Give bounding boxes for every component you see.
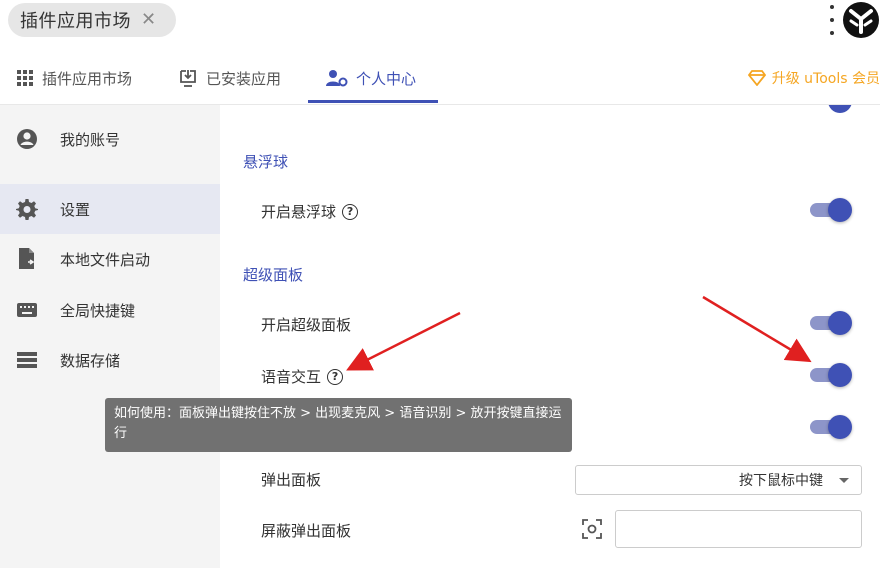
top-bar: 插件应用市场 ✕ <box>0 0 880 44</box>
grid-icon <box>16 69 34 87</box>
sidebar-item-account[interactable]: 我的账号 <box>0 114 220 164</box>
setting-voice-interaction: 语音交互 ? <box>261 366 344 387</box>
search-chip-label: 插件应用市场 <box>20 11 131 32</box>
account-icon <box>14 126 40 152</box>
chevron-down-icon <box>839 477 849 483</box>
setting-floating-ball: 开启悬浮球 ? <box>261 201 359 222</box>
partial-toggle-thumb[interactable] <box>828 105 852 113</box>
tab-label: 插件应用市场 <box>42 69 133 88</box>
scan-icon[interactable] <box>580 517 604 541</box>
sidebar-item-label: 设置 <box>60 200 91 219</box>
settings-panel: 悬浮球 开启悬浮球 ? 超级面板 开启超级面板 语音交互 ? 弹出面板 按下鼠标… <box>220 105 880 568</box>
user-settings-icon <box>326 69 348 87</box>
tab-label: 个人中心 <box>356 69 417 88</box>
setting-popup-panel: 弹出面板 <box>261 469 321 490</box>
block-popup-input[interactable] <box>615 510 862 548</box>
upgrade-link[interactable]: 升级 uTools 会员 <box>747 54 880 102</box>
tab-installed[interactable]: 已安装应用 <box>178 54 281 102</box>
popup-trigger-select[interactable]: 按下鼠标中键 <box>575 465 862 495</box>
sidebar-item-settings[interactable]: 设置 <box>0 184 220 234</box>
sidebar-item-shortcuts[interactable]: 全局快捷键 <box>0 285 220 335</box>
diamond-icon <box>747 70 766 86</box>
floating-ball-toggle[interactable] <box>810 196 852 222</box>
section-title-super-panel: 超级面板 <box>243 266 304 284</box>
sidebar-item-label: 数据存储 <box>60 351 121 370</box>
setting-label: 开启悬浮球 <box>261 203 337 221</box>
sidebar-item-storage[interactable]: 数据存储 <box>0 335 220 385</box>
section-title-floating-ball: 悬浮球 <box>243 153 289 171</box>
tab-bar: 插件应用市场 已安装应用 个人中心 升级 uTools 会员 <box>0 54 880 105</box>
sidebar-item-label: 本地文件启动 <box>60 250 151 269</box>
voice-help-tooltip: 如何使用：面板弹出键按住不放 > 出现麦克风 > 语音识别 > 放开按键直接运行 <box>105 398 572 452</box>
help-icon[interactable]: ? <box>342 203 359 220</box>
help-icon[interactable]: ? <box>327 368 344 385</box>
gear-icon <box>14 196 40 222</box>
tab-personal-center[interactable]: 个人中心 <box>326 54 416 102</box>
setting-label: 屏蔽弹出面板 <box>261 522 352 540</box>
tab-label: 已安装应用 <box>206 69 282 88</box>
utools-logo[interactable] <box>842 0 880 40</box>
sidebar: 我的账号 设置 本地文件启动 全局快捷键 数据存储 <box>0 105 220 568</box>
hidden-setting-toggle[interactable] <box>810 413 852 439</box>
tab-plugin-market[interactable]: 插件应用市场 <box>16 54 132 102</box>
keyboard-icon <box>14 297 40 323</box>
sidebar-item-label: 全局快捷键 <box>60 301 136 320</box>
close-icon[interactable]: ✕ <box>141 11 156 29</box>
search-chip[interactable]: 插件应用市场 ✕ <box>8 3 176 37</box>
sidebar-item-local-files[interactable]: 本地文件启动 <box>0 234 220 284</box>
super-panel-toggle[interactable] <box>810 309 852 335</box>
file-shortcut-icon <box>14 246 40 272</box>
setting-super-panel: 开启超级面板 <box>261 314 351 335</box>
setting-label: 开启超级面板 <box>261 316 352 334</box>
install-icon <box>178 68 198 88</box>
storage-icon <box>14 347 40 373</box>
upgrade-label: 升级 uTools 会员 <box>771 71 880 87</box>
voice-interaction-toggle[interactable] <box>810 361 852 387</box>
setting-block-popup: 屏蔽弹出面板 <box>261 520 351 541</box>
sidebar-item-label: 我的账号 <box>60 130 121 149</box>
setting-label: 语音交互 <box>261 368 322 386</box>
more-menu-icon[interactable] <box>827 5 837 35</box>
setting-label: 弹出面板 <box>261 471 322 489</box>
active-tab-indicator <box>308 100 438 103</box>
select-value: 按下鼠标中键 <box>739 473 823 489</box>
